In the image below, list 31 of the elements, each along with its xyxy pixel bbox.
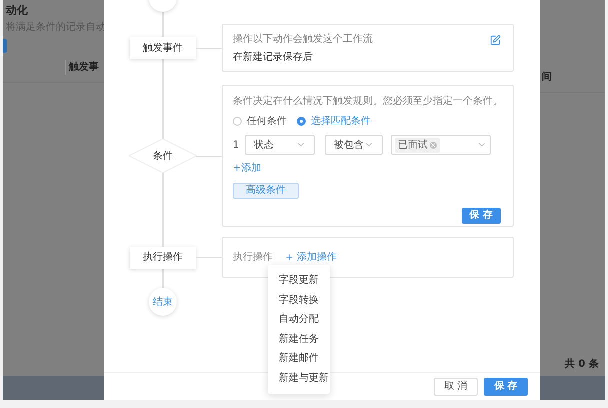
condition-index: 1	[233, 138, 240, 152]
record-count: 共 0 条	[565, 358, 599, 372]
page-title: 动化	[6, 3, 29, 19]
menu-item[interactable]: 新建任务	[268, 330, 330, 349]
menu-item[interactable]: 新建邮件	[268, 349, 330, 368]
column-header: 触发事	[65, 60, 99, 74]
multi-select-field[interactable]: 已面试	[391, 135, 491, 155]
radio-label: 选择匹配条件	[311, 114, 371, 129]
condition-hint: 条件决定在什么情况下触发规则。您必须至少指定一个条件。	[233, 96, 503, 108]
trigger-hint: 操作以下动作会触发这个工作流	[233, 34, 373, 46]
remove-icon[interactable]	[430, 142, 437, 148]
end-node: 结束	[149, 288, 177, 316]
radio-label: 任何条件	[247, 115, 287, 129]
action-label: 执行操作	[233, 250, 273, 265]
node-label: 条件	[153, 150, 173, 164]
step-node: 执行操作	[130, 246, 196, 268]
step-node: 触发事件	[130, 37, 196, 59]
column-header: 间	[541, 70, 552, 85]
plus-icon	[285, 253, 294, 262]
value-tag: 已面试	[395, 138, 440, 152]
menu-item[interactable]: 自动分配	[268, 310, 330, 330]
select-field[interactable]: 被包含	[325, 135, 383, 155]
trigger-value: 在新建记录保存后	[233, 52, 314, 64]
edit-icon[interactable]	[490, 35, 501, 46]
select-field[interactable]: 状态	[245, 135, 315, 155]
add-action-link[interactable]: 添加操作	[285, 250, 337, 265]
menu-item[interactable]: 字段转换	[268, 290, 330, 310]
menu-item[interactable]: 新建与更新	[268, 368, 330, 388]
radio-option[interactable]: 任何条件	[233, 114, 287, 129]
menu-item[interactable]: 字段更新	[268, 271, 330, 290]
cancel-button[interactable]: 取 消	[434, 378, 478, 396]
